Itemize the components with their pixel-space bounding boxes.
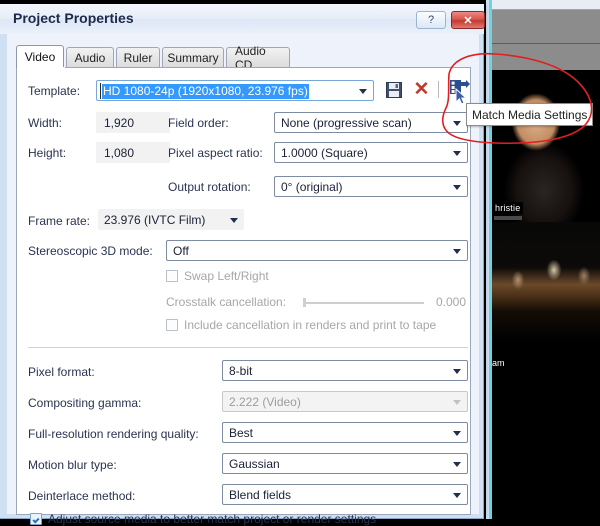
adjust-source-media-checkbox[interactable] xyxy=(30,513,42,525)
height-label: Height: xyxy=(28,146,67,160)
deinterlace-label: Deinterlace method: xyxy=(28,489,136,503)
project-properties-dialog: Project Properties ? ✕ Video Audio Ruler… xyxy=(0,4,485,526)
pixel-format-label: Pixel format: xyxy=(28,365,95,379)
chevron-down-icon[interactable] xyxy=(453,492,461,498)
chevron-down-icon[interactable] xyxy=(453,248,461,254)
chevron-down-icon[interactable] xyxy=(453,184,461,190)
frame-rate-label: Frame rate: xyxy=(28,214,91,228)
pixel-format-value: 8-bit xyxy=(229,363,253,378)
crosstalk-label: Crosstalk cancellation: xyxy=(166,295,287,309)
crosstalk-slider-track[interactable] xyxy=(306,302,424,304)
media-thumbnail-singer-subbar xyxy=(494,216,522,220)
chevron-down-icon[interactable] xyxy=(453,120,461,126)
width-label: Width: xyxy=(28,116,63,130)
toolbar-separator xyxy=(438,81,439,98)
background-toolbar-strip xyxy=(492,0,600,10)
close-button[interactable]: ✕ xyxy=(451,11,485,29)
media-thumbnail-dark[interactable]: am xyxy=(492,342,600,519)
chevron-down-icon[interactable] xyxy=(359,88,367,94)
adjust-source-media-label: Adjust source media to better match proj… xyxy=(48,512,377,526)
compositing-gamma-combobox: 2.222 (Video) xyxy=(222,391,468,412)
motion-blur-combobox[interactable]: Gaussian xyxy=(222,453,468,474)
swap-left-right-checkbox[interactable] xyxy=(166,270,178,282)
deinterlace-value: Blend fields xyxy=(229,487,292,502)
tab-bar: Video Audio Ruler Summary Audio CD xyxy=(16,44,471,72)
template-label: Template: xyxy=(28,84,81,98)
motion-blur-value: Gaussian xyxy=(229,456,280,471)
media-thumbnail-dark-caption: am xyxy=(492,358,505,368)
stereoscopic-label: Stereoscopic 3D mode: xyxy=(28,244,153,258)
field-order-value: None (progressive scan) xyxy=(281,115,412,130)
tab-audio[interactable]: Audio xyxy=(66,47,114,67)
chevron-down-icon xyxy=(453,399,461,405)
chevron-down-icon[interactable] xyxy=(453,430,461,436)
section-divider xyxy=(28,347,468,348)
template-combobox[interactable]: HD 1080-24p (1920x1080, 23.976 fps) xyxy=(96,80,374,101)
pixel-format-combobox[interactable]: 8-bit xyxy=(222,360,468,381)
include-cancellation-checkbox[interactable] xyxy=(166,319,178,331)
save-template-icon[interactable] xyxy=(386,82,402,98)
dialog-title: Project Properties xyxy=(13,10,134,26)
template-value: HD 1080-24p (1920x1080, 23.976 fps) xyxy=(102,84,309,99)
background-left-edge-accent xyxy=(489,0,492,519)
height-value[interactable]: 1,080 xyxy=(96,142,170,163)
include-cancellation-label: Include cancellation in renders and prin… xyxy=(184,318,437,332)
background-panel-lower xyxy=(492,44,600,71)
stereoscopic-value: Off xyxy=(173,243,189,258)
output-rotation-combobox[interactable]: 0° (original) xyxy=(274,176,468,197)
delete-template-icon[interactable]: ✕ xyxy=(413,80,430,99)
swap-left-right-label: Swap Left/Right xyxy=(184,269,269,283)
tab-summary[interactable]: Summary xyxy=(162,47,224,67)
media-thumbnail-singer[interactable]: hristie xyxy=(492,70,600,222)
field-order-label: Field order: xyxy=(168,116,229,130)
stereoscopic-combobox[interactable]: Off xyxy=(166,240,468,261)
pixel-aspect-label: Pixel aspect ratio: xyxy=(168,146,263,160)
motion-blur-label: Motion blur type: xyxy=(28,458,117,472)
output-rotation-label: Output rotation: xyxy=(168,180,251,194)
output-rotation-value: 0° (original) xyxy=(281,179,343,194)
chevron-down-icon[interactable] xyxy=(453,461,461,467)
chevron-down-icon[interactable] xyxy=(453,368,461,374)
background-panel-upper xyxy=(492,10,600,44)
media-thumbnail-stage[interactable] xyxy=(492,222,600,342)
frame-rate-value: 23.976 (IVTC Film) xyxy=(104,212,206,227)
chevron-down-icon[interactable] xyxy=(230,217,238,223)
chevron-down-icon[interactable] xyxy=(453,150,461,156)
crosstalk-value: 0.000 xyxy=(436,295,467,309)
compositing-gamma-value: 2.222 (Video) xyxy=(229,394,301,409)
tab-ruler[interactable]: Ruler xyxy=(116,47,160,67)
dialog-titlebar[interactable]: Project Properties ? ✕ xyxy=(0,4,485,34)
match-media-settings-tooltip: Match Media Settings xyxy=(466,103,594,126)
pixel-aspect-value: 1.0000 (Square) xyxy=(281,145,368,160)
tab-active-cover xyxy=(17,67,65,69)
tab-video[interactable]: Video xyxy=(16,45,64,68)
frame-rate-combobox[interactable]: 23.976 (IVTC Film) xyxy=(98,209,244,230)
text-caret xyxy=(100,83,101,99)
render-quality-value: Best xyxy=(229,425,254,440)
deinterlace-combobox[interactable]: Blend fields xyxy=(222,484,468,505)
tab-audio-cd[interactable]: Audio CD xyxy=(226,44,290,72)
width-value[interactable]: 1,920 xyxy=(96,112,170,133)
video-settings-panel xyxy=(16,68,471,515)
crosstalk-slider-handle[interactable] xyxy=(303,298,306,307)
compositing-gamma-label: Compositing gamma: xyxy=(28,396,142,410)
field-order-combobox[interactable]: None (progressive scan) xyxy=(274,112,468,133)
pixel-aspect-combobox[interactable]: 1.0000 (Square) xyxy=(274,142,468,163)
help-button[interactable]: ? xyxy=(416,11,446,29)
render-quality-combobox[interactable]: Best xyxy=(222,422,468,443)
render-quality-label: Full-resolution rendering quality: xyxy=(28,427,199,441)
media-thumbnail-singer-caption: hristie xyxy=(492,202,524,214)
